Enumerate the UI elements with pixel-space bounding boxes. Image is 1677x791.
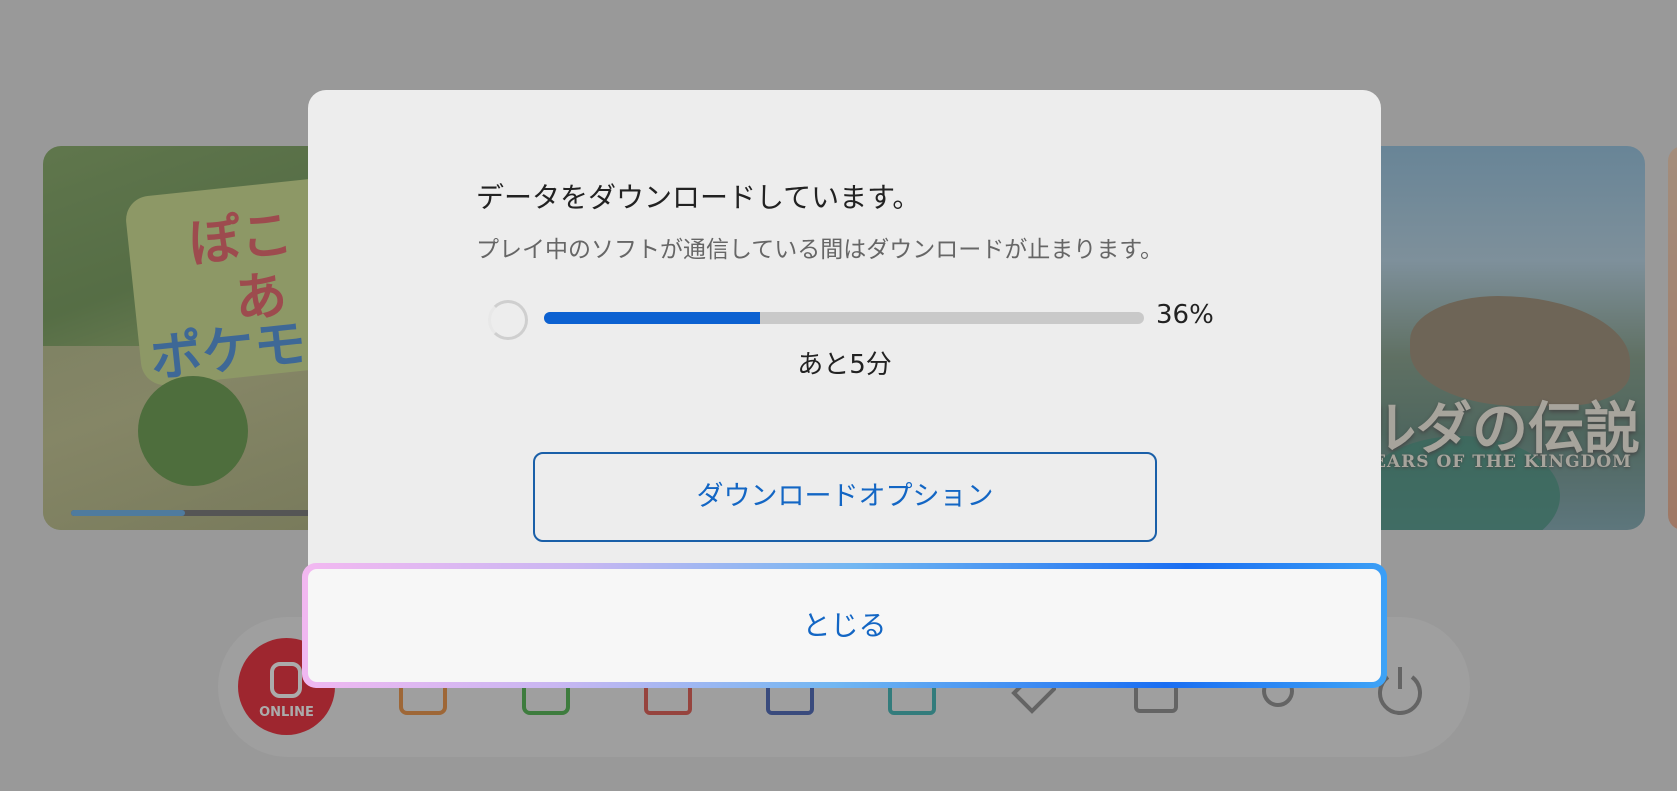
download-progress-bar [544,312,1144,324]
close-button[interactable]: とじる [308,569,1381,682]
close-button-focus-ring: とじる [302,563,1387,688]
download-progress-percent: 36% [1156,300,1214,330]
dialog-title: データをダウンロードしています。 [476,181,921,214]
dialog-subtitle: プレイ中のソフトが通信している間はダウンロードが止まります。 [476,237,1164,263]
home-screen: ぽこ あ ポケモ ルダの伝説 TEARS OF THE KINGDOM ONLI… [0,0,1677,791]
loading-spinner-icon [488,300,528,340]
time-remaining: あと5分 [797,350,892,380]
download-progress-fill [544,312,760,324]
download-options-button[interactable]: ダウンロードオプション [533,452,1157,542]
